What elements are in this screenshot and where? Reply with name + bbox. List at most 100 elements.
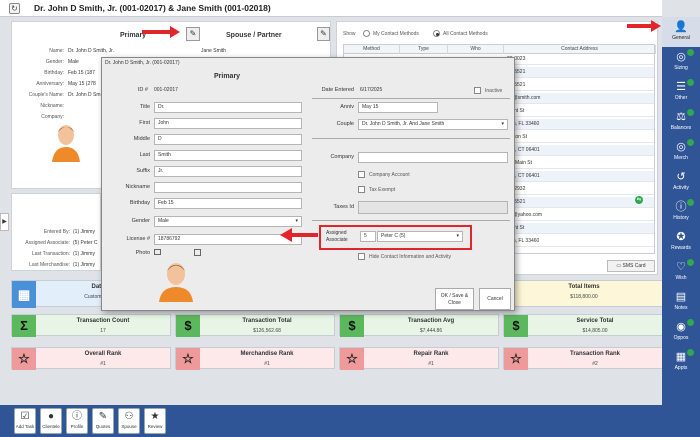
last-input[interactable]: Smith [154,150,302,161]
field-label: Nickname [125,184,150,190]
calendar-icon: ▦ [675,351,687,363]
associate-label: Associate [326,237,348,243]
assigned-label: Assigned [326,230,347,236]
sidebar-item-label: Notes [674,305,688,311]
toolbar-spouse-button[interactable]: ⚇ Spouse [118,408,140,434]
associate-select[interactable]: Peter C (5) ▾ [377,231,463,242]
toolbar-button-label: Quotes [95,424,111,429]
sidebar-item-appts[interactable]: ▦ Appts [662,347,700,381]
spouse-heading: Spouse / Partner [226,32,282,39]
sms-status-icon[interactable]: ⇆ [635,196,643,204]
dollar-icon: $ [504,315,528,337]
col-method[interactable]: Method [344,45,400,54]
couple-select[interactable]: Dr. John D Smith, Jr. And Jane Smith ▾ [358,119,508,130]
sidebar-item-merch[interactable]: ◎ Merch [662,137,700,171]
sidebar-item-notes[interactable]: ▤ Notes [662,287,700,321]
middle-input[interactable]: D [154,134,302,145]
all-methods-label: All Contact Methods [443,31,488,37]
total-items-value: $118,800.00 [570,294,598,300]
dialog-heading: Primary [214,73,241,80]
toolbar-profile-button[interactable]: ⓘ Profile [66,408,88,434]
wish-icon: ♡ [676,261,686,273]
date-entered-value: 6/17/2025 [360,87,383,93]
cards_row3-card[interactable]: ☆ Repair Rank #1 [339,347,499,370]
col-type[interactable]: Type [400,45,448,54]
cards_row2-title: Transaction Avg [407,318,455,324]
entered-value: (1) Jimmy [73,229,95,235]
toolbar-review-button[interactable]: ★ Review [144,408,166,434]
status-badge [687,349,694,356]
dollar-icon: $ [176,315,200,337]
inactive-checkbox[interactable] [474,87,481,94]
cards_row2-card[interactable]: Σ Transaction Count 17 [11,314,171,337]
ok-save-close-button[interactable]: OK / Save & Close [435,288,474,310]
cancel-button[interactable]: Cancel [479,288,511,310]
sms-card-button[interactable]: ▭ SMS Card [607,260,655,272]
toolbar-quotes-button[interactable]: ✎ Quotes [92,408,114,434]
hide-contact-checkbox[interactable] [358,253,365,260]
my-methods-radio[interactable] [363,30,370,37]
toolbar-add-task-button[interactable]: ☑ Add Task [14,408,36,434]
sidebar-item-label: Wish [675,275,687,281]
edit-spouse-icon[interactable]: ✎ [317,27,330,41]
anniv-input[interactable]: May 15 [358,102,438,113]
primary-field-value: Dr. John D Sm [68,92,101,98]
toolbar-clientele-button[interactable]: ● Clientele [40,408,62,434]
total-items-card[interactable]: Total Items $118,800.00 [505,280,663,307]
first-input[interactable]: John [154,118,302,129]
sidebar-item-oppos[interactable]: ◉ Oppos [662,317,700,351]
company-account-checkbox[interactable] [358,171,365,178]
nickname-input[interactable] [154,182,302,193]
date-entered-label: Date Entered [321,87,354,93]
photo-file-icon[interactable] [194,249,201,256]
sidebar-item-label: Appts [674,365,688,371]
sms-card-label: SMS Card [622,263,646,269]
title-bar: ↻ Dr. John D Smith, Jr. (001-02017) & Ja… [0,0,662,17]
gender-select[interactable]: Male ▾ [154,216,302,227]
suffix-input[interactable]: Jr. [154,166,302,177]
edit-primary-dialog: Dr. John D Smith, Jr. (001-02017) Primar… [101,57,515,311]
sidebar-item-label: Merch [674,155,688,161]
sidebar-item-general[interactable]: 👤 General [662,17,700,47]
primary-field-value: Male [68,59,79,65]
taxes-id-input[interactable] [358,201,508,214]
birthday-input[interactable]: Feb 15 [154,198,302,209]
all-methods-radio[interactable] [433,30,440,37]
status-badge [687,79,694,86]
cards_row3-card[interactable]: ☆ Transaction Rank #2 [503,347,663,370]
cards_row3-title: Repair Rank [413,351,449,357]
my-methods-label: My Contact Methods [373,31,419,37]
cards_row2-card[interactable]: $ Transaction Avg $7,444.86 [339,314,499,337]
company-input[interactable] [358,152,508,163]
sidebar-item-rewards[interactable]: ✪ Rewards [662,227,700,261]
cards_row3-card[interactable]: ☆ Merchandise Rank #1 [175,347,335,370]
primary-field-label: Company: [41,114,64,120]
refresh-icon[interactable]: ↻ [9,3,20,14]
sidebar-item-history[interactable]: ⓘ History [662,197,700,231]
cards_row3-value: #2 [592,361,598,367]
cards_row3-card[interactable]: ☆ Overall Rank #1 [11,347,171,370]
associate-number-input[interactable]: 5 [360,231,376,242]
sidebar-item-sizing[interactable]: ◎ Sizing [662,47,700,81]
col-address[interactable]: Contact Address [504,45,656,54]
pointer-arrow-icon [142,26,180,38]
tax-exempt-checkbox[interactable] [358,186,365,193]
star-icon: ☆ [340,348,364,370]
edit-primary-icon[interactable]: ✎ [186,27,200,41]
camera-icon[interactable] [154,249,161,255]
sidebar-item-activity[interactable]: ↺ Activity [662,167,700,201]
col-who[interactable]: Who [448,45,504,54]
field-label: Title [139,104,150,110]
title-input[interactable]: Dr. [154,102,302,113]
sidebar-item-other[interactable]: ☰ Other [662,77,700,111]
expand-arrow-icon[interactable]: ▶ [0,213,9,231]
status-badge [687,139,694,146]
history-icon: ↺ [676,171,686,183]
cards_row2-card[interactable]: $ Service Total $14,805.00 [503,314,663,337]
pointer-arrow-icon [280,228,318,242]
sidebar-item-balances[interactable]: ⚖ Balances [662,107,700,141]
sidebar-item-label: General [672,35,690,41]
cards_row2-card[interactable]: $ Transaction Total $126,562.68 [175,314,335,337]
total-items-title: Total Items [568,284,600,290]
sidebar-item-wish[interactable]: ♡ Wish [662,257,700,291]
